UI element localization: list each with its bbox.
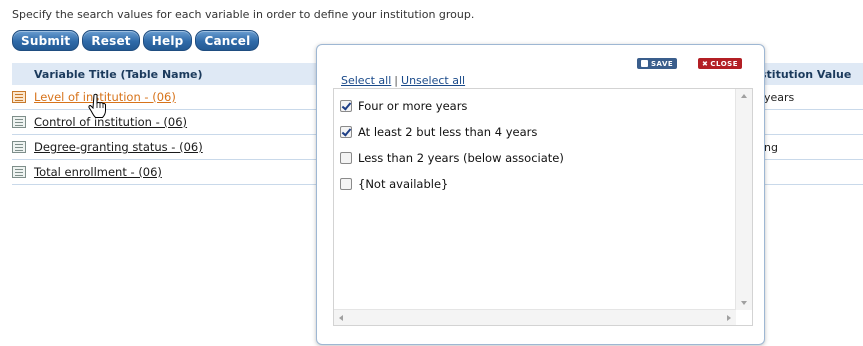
value-selector-popup: SAVE ✖ CLOSE Select all | Unselect all Fou… [316,44,765,345]
link-separator: | [394,74,399,87]
scroll-up-icon[interactable] [741,94,747,98]
option-less-than-two[interactable]: Less than 2 years (below associate) [340,151,564,165]
option-label: Four or more years [358,99,468,113]
header-institution-value: stitution Value [760,68,852,81]
option-not-available[interactable]: {Not available} [340,177,448,191]
select-all-link[interactable]: Select all [341,74,391,87]
save-button[interactable]: SAVE [637,58,678,69]
option-label: {Not available} [358,177,449,191]
option-checkbox[interactable] [340,100,352,112]
option-checkbox[interactable] [340,126,352,138]
option-label: Less than 2 years (below associate) [358,151,564,165]
row-value: ng [764,141,778,154]
table-document-icon [12,166,26,178]
unselect-all-link[interactable]: Unselect all [401,74,465,87]
cancel-button[interactable]: Cancel [195,30,260,51]
variable-link-control[interactable]: Control of institution - (06) [34,115,187,129]
close-label: CLOSE [710,59,738,68]
table-document-icon [12,116,26,128]
table-document-icon [12,91,26,103]
option-two-to-four[interactable]: At least 2 but less than 4 years [340,125,537,139]
disk-icon [641,60,648,67]
option-checkbox[interactable] [340,152,352,164]
variable-link-enrollment[interactable]: Total enrollment - (06) [34,165,162,179]
reset-button[interactable]: Reset [82,30,140,51]
save-label: SAVE [651,59,674,68]
instructions-text: Specify the search values for each varia… [12,8,475,21]
row-value: years [764,91,795,104]
horizontal-scrollbar[interactable] [334,309,736,325]
option-label: At least 2 but less than 4 years [358,125,538,139]
option-checkbox[interactable] [340,178,352,190]
option-four-or-more[interactable]: Four or more years [340,99,467,113]
scroll-down-icon[interactable] [741,301,747,305]
help-button[interactable]: Help [142,30,193,51]
scroll-left-icon[interactable] [339,315,343,321]
header-variable-title: Variable Title (Table Name) [34,68,203,81]
vertical-scrollbar[interactable] [735,89,752,310]
x-icon: ✖ [702,59,709,68]
action-buttons: Submit Reset Help Cancel [12,30,260,51]
table-document-icon [12,141,26,153]
close-button[interactable]: ✖ CLOSE [698,58,742,69]
hand-pointer-icon [88,93,106,118]
select-links: Select all | Unselect all [341,74,465,87]
submit-button[interactable]: Submit [12,30,80,51]
options-listbox[interactable]: Four or more years At least 2 but less t… [333,88,753,326]
scroll-right-icon[interactable] [727,315,731,321]
variable-link-degree[interactable]: Degree-granting status - (06) [34,140,203,154]
